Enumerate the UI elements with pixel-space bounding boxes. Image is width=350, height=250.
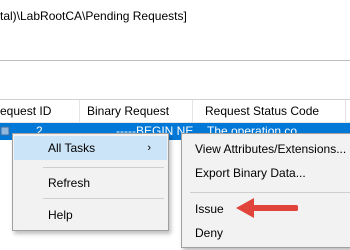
annotation-arrow-icon [236, 198, 298, 218]
menu-item-view-attributes[interactable]: View Attributes/Extensions... [183, 137, 350, 161]
menu-item-refresh[interactable]: Refresh [14, 171, 167, 195]
menu-item-deny[interactable]: Deny [183, 221, 350, 245]
submenu-arrow-icon: › [147, 142, 151, 154]
column-header-request-status-code[interactable]: Request Status Code [205, 100, 319, 122]
menu-separator [43, 167, 164, 168]
certificate-request-icon [0, 126, 10, 136]
column-header-binary-request[interactable]: Binary Request [87, 100, 169, 122]
menu-item-all-tasks[interactable]: All Tasks › [14, 136, 167, 160]
window-title-path: tal)\LabRootCA\Pending Requests] [0, 9, 187, 23]
column-separator[interactable] [79, 100, 80, 122]
column-header-request-id[interactable]: equest ID [0, 100, 51, 122]
context-menu: All Tasks › Refresh Help [12, 133, 169, 231]
toolbar-divider [0, 60, 350, 61]
table-header: equest ID Binary Request Request Status … [0, 99, 350, 123]
column-separator[interactable] [192, 100, 193, 122]
menu-item-export-binary-data[interactable]: Export Binary Data... [183, 161, 350, 185]
menu-separator [190, 192, 350, 193]
menu-item-help[interactable]: Help [14, 203, 167, 227]
column-separator[interactable] [345, 100, 346, 122]
menu-separator [43, 198, 164, 199]
all-tasks-submenu: View Attributes/Extensions... Export Bin… [181, 133, 350, 248]
